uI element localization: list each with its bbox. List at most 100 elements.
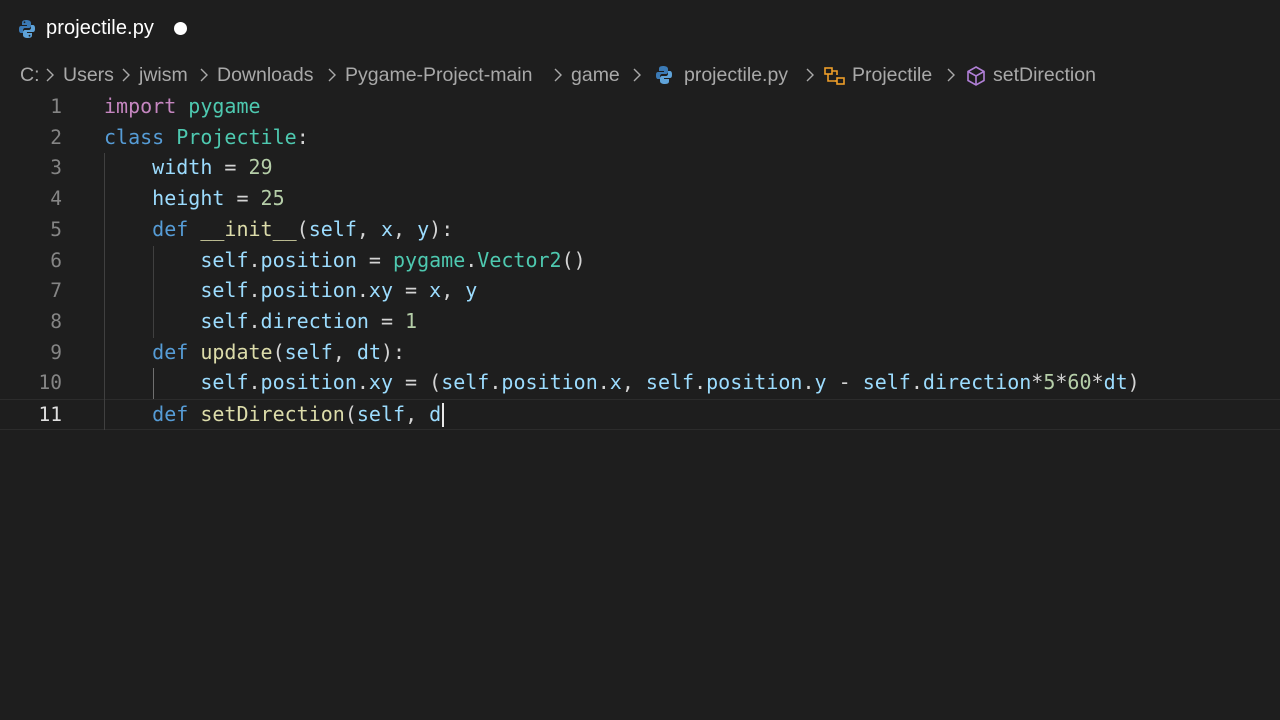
code-token: setDirection <box>200 402 345 426</box>
code-token: . <box>248 370 261 395</box>
code-line[interactable]: 11 def setDirection(self, d <box>0 399 1280 430</box>
line-number: 7 <box>50 279 62 303</box>
code-token: self <box>441 370 490 395</box>
code-token: . <box>356 278 369 303</box>
code-token: , <box>441 278 466 303</box>
breadcrumb-file[interactable]: projectile.py <box>684 64 788 87</box>
code-token: 5 <box>1043 370 1056 395</box>
breadcrumb-project-folder[interactable]: Pygame-Project-main <box>345 64 532 87</box>
code-line[interactable]: 5 def __init__(self, x, y): <box>0 215 1280 246</box>
code-text: width = 29 <box>104 155 273 180</box>
text-cursor <box>442 403 444 427</box>
python-file-icon <box>655 65 673 91</box>
code-token: def <box>152 339 189 364</box>
breadcrumb-jwism[interactable]: jwism <box>139 64 188 87</box>
code-token: self <box>200 278 249 303</box>
code-token: width <box>152 155 213 180</box>
code-line[interactable]: 9 def update(self, dt): <box>0 338 1280 369</box>
code-token: xy <box>368 370 394 395</box>
code-token: . <box>910 370 923 395</box>
code-line[interactable]: 6 self.position = pygame.Vector2() <box>0 246 1280 277</box>
line-number: 9 <box>50 340 62 364</box>
code-token: x <box>609 370 622 395</box>
breadcrumb-class[interactable]: Projectile <box>852 64 932 87</box>
breadcrumb-users[interactable]: Users <box>63 64 114 87</box>
code-token: self <box>308 216 357 241</box>
code-text: def update(self, dt): <box>104 340 405 364</box>
code-token: - <box>826 370 863 395</box>
code-token: direction <box>260 308 369 333</box>
code-token: ( <box>344 402 357 426</box>
code-token: update <box>200 339 273 364</box>
code-text: import pygame <box>104 94 261 118</box>
code-line[interactable]: 1 import pygame <box>0 92 1280 123</box>
breadcrumb-drive[interactable]: C: <box>20 64 40 87</box>
breadcrumb-game[interactable]: game <box>571 64 620 87</box>
code-token: ( <box>296 216 309 241</box>
breadcrumb: C: Users jwism Downloads Pygame-Project-… <box>0 58 1280 92</box>
indent-guide <box>153 368 154 399</box>
line-number: 11 <box>38 403 62 426</box>
chevron-right-icon <box>327 67 337 83</box>
code-token: = <box>212 155 249 180</box>
code-line[interactable]: 4 height = 25 <box>0 184 1280 215</box>
code-token: self <box>645 370 695 395</box>
code-token: : <box>296 124 309 149</box>
breadcrumb-downloads[interactable]: Downloads <box>217 64 313 87</box>
line-number: 1 <box>50 95 62 118</box>
code-token: Projectile <box>176 124 297 149</box>
code-token: direction <box>922 370 1032 395</box>
code-token: () <box>561 247 586 272</box>
code-token: self <box>200 247 249 272</box>
code-text: self.position.xy = x, y <box>104 278 477 302</box>
code-token: . <box>465 247 478 272</box>
editor-tab-projectile[interactable]: projectile.py <box>0 0 210 58</box>
code-token: import <box>104 94 177 118</box>
code-line[interactable]: 3 width = 29 <box>0 153 1280 184</box>
code-token: def <box>152 402 189 426</box>
unsaved-changes-dot-icon[interactable] <box>174 22 187 35</box>
code-token: 29 <box>248 155 273 180</box>
breadcrumb-method[interactable]: setDirection <box>993 64 1096 87</box>
code-text: class Projectile: <box>104 125 309 149</box>
code-line[interactable]: 10 self.position.xy = (self.position.x, … <box>0 368 1280 399</box>
line-number: 6 <box>50 248 62 272</box>
code-token: self <box>862 370 911 395</box>
code-line[interactable]: 8 self.direction = 1 <box>0 307 1280 338</box>
code-token: __init__ <box>200 216 297 241</box>
code-token: . <box>248 278 261 303</box>
code-token: ) <box>1127 370 1140 395</box>
tab-filename: projectile.py <box>46 17 155 39</box>
code-line[interactable]: 2 class Projectile: <box>0 123 1280 154</box>
code-token: * <box>1031 370 1044 395</box>
chevron-right-icon <box>45 67 55 83</box>
code-token: position <box>260 370 357 395</box>
code-token: self <box>200 308 249 333</box>
chevron-right-icon <box>632 67 642 83</box>
indent-guide <box>104 153 105 430</box>
code-token: self <box>356 402 406 426</box>
line-number: 3 <box>50 156 62 180</box>
method-symbol-icon <box>965 65 987 93</box>
code-token: = <box>393 278 430 303</box>
code-token: xy <box>368 278 394 303</box>
code-editor[interactable]: 1 import pygame 2 class Projectile: 3 width … <box>0 92 1280 720</box>
code-token: . <box>802 370 815 395</box>
code-token: self <box>200 370 249 395</box>
code-token: . <box>248 247 261 272</box>
indent-guide <box>153 245 154 338</box>
code-token: y <box>814 370 827 395</box>
chevron-right-icon <box>121 67 131 83</box>
code-token: def <box>152 216 189 241</box>
code-token: , <box>621 370 646 395</box>
code-token: x <box>429 278 442 303</box>
code-token: . <box>597 370 610 395</box>
code-token: 60 <box>1067 370 1092 395</box>
python-file-icon <box>18 19 36 39</box>
code-line[interactable]: 7 self.position.xy = x, y <box>0 276 1280 307</box>
